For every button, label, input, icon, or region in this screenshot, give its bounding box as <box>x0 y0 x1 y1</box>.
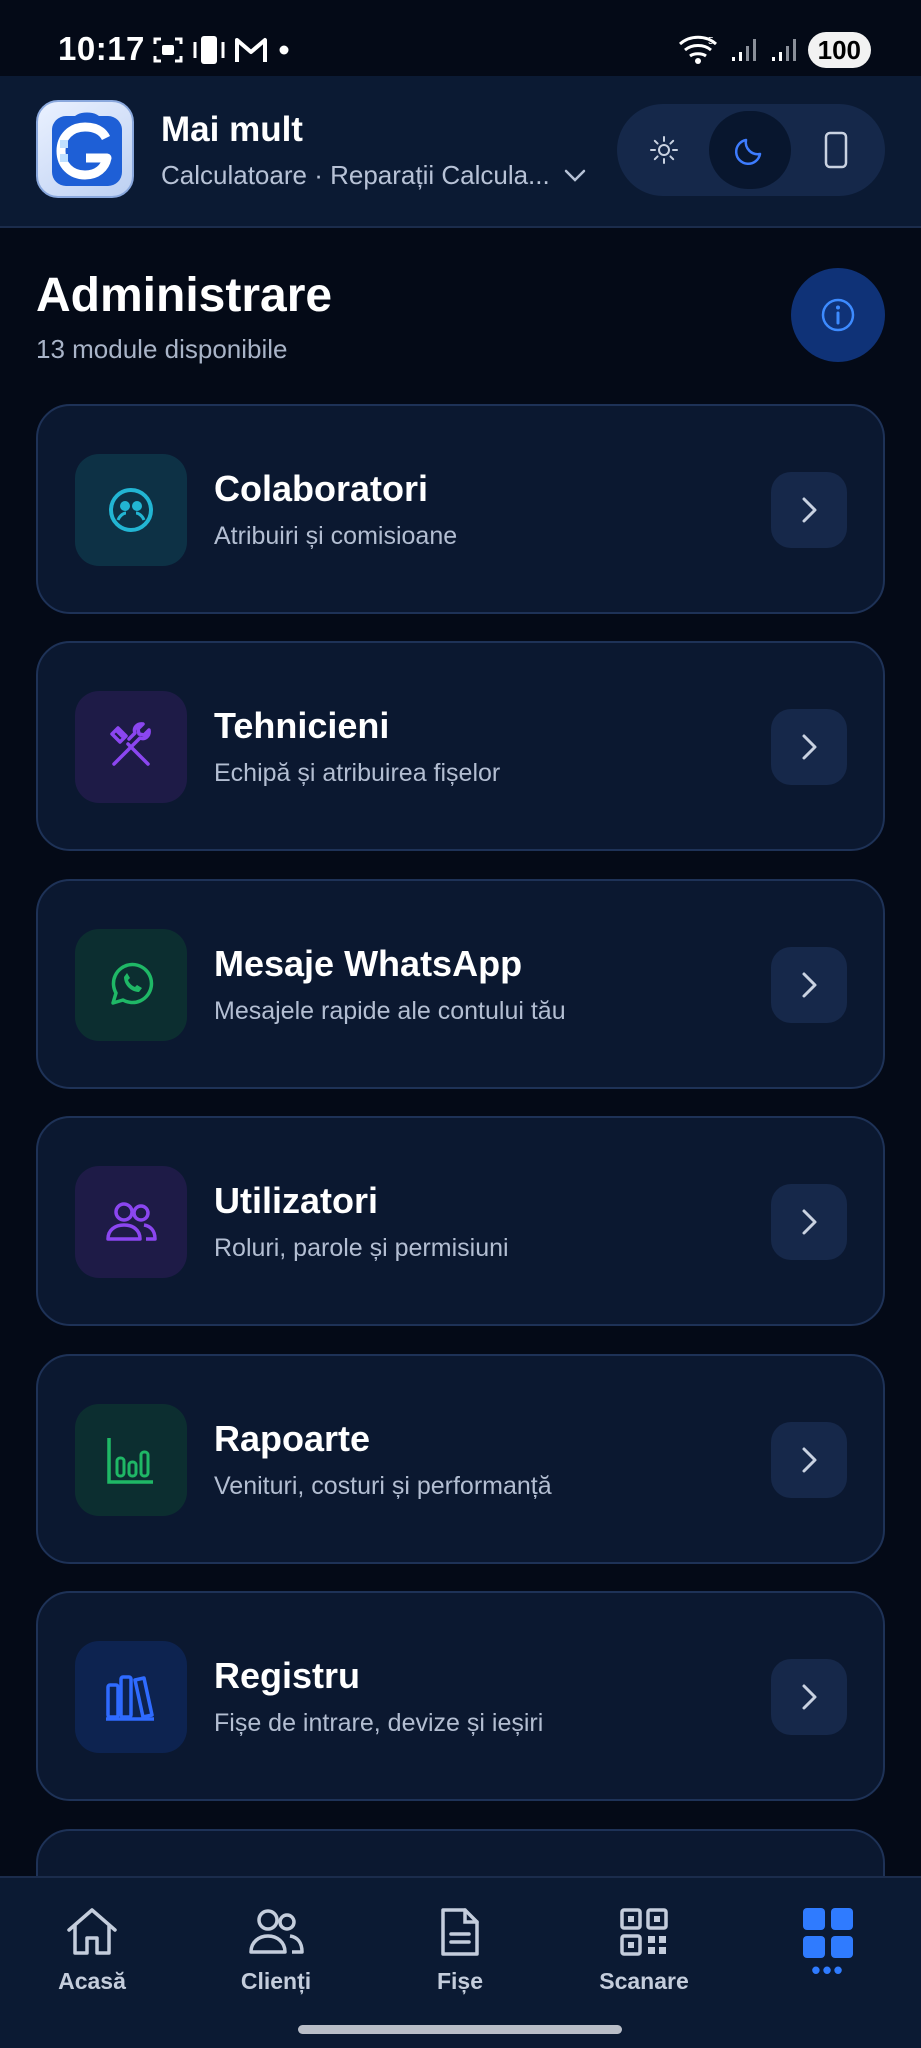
signal-icon <box>731 39 756 61</box>
qr-code-icon <box>620 1908 668 1956</box>
chevron-right-icon[interactable] <box>771 947 847 1023</box>
home-indicator[interactable] <box>298 2025 622 2034</box>
section-title: Administrare <box>36 269 333 322</box>
chevron-right-icon[interactable] <box>771 709 847 785</box>
info-icon <box>821 298 855 332</box>
wifi-icon: 5 <box>678 35 717 64</box>
users-icon <box>75 1166 187 1278</box>
svg-text:5: 5 <box>708 36 714 47</box>
chevron-right-icon[interactable] <box>771 1184 847 1260</box>
grid-icon <box>803 1908 853 1958</box>
signal-icon <box>771 39 796 61</box>
module-subtitle: Venituri, costuri și performanță <box>214 1472 552 1500</box>
module-title: Registru <box>214 1655 361 1696</box>
nav-label: Scanare <box>599 1968 689 1994</box>
document-icon <box>441 1908 479 1956</box>
nav-item-clients[interactable]: Clienți <box>201 1906 351 1995</box>
dot-icon <box>279 45 289 55</box>
dark-theme-button[interactable] <box>709 111 791 189</box>
module-card-utilizatori[interactable]: Utilizatori Roluri, parole și permisiuni <box>36 1116 885 1326</box>
info-button[interactable] <box>791 268 885 362</box>
whatsapp-icon <box>75 929 187 1041</box>
module-subtitle: Fișe de intrare, devize și ieșiri <box>214 1709 544 1737</box>
nav-item-scan[interactable]: Scanare <box>569 1906 719 1995</box>
module-subtitle: Mesajele rapide ale contului tău <box>214 997 566 1025</box>
nav-item-documents[interactable]: Fișe <box>385 1906 535 1995</box>
collaborators-icon <box>75 454 187 566</box>
moon-icon <box>734 138 762 166</box>
nav-label: Fișe <box>436 1968 484 1994</box>
nav-label: Clienți <box>240 1968 312 1994</box>
phone-vibrate-icon <box>193 36 225 64</box>
clients-icon <box>249 1909 304 1954</box>
bar-chart-icon <box>75 1404 187 1516</box>
status-notification-icons <box>152 34 292 66</box>
app-header: Mai mult Calculatoare · Reparații Calcul… <box>0 76 921 228</box>
module-card-whatsapp[interactable]: Mesaje WhatsApp Mesajele rapide ale cont… <box>36 879 885 1089</box>
module-card-colaboratori[interactable]: Colaboratori Atribuiri și comisioane <box>36 404 885 614</box>
module-title: Mesaje WhatsApp <box>214 943 523 984</box>
screenshot-icon <box>153 37 183 63</box>
logo-icon <box>52 112 122 186</box>
gmail-icon <box>235 38 267 62</box>
books-icon <box>75 1641 187 1753</box>
chevron-down-icon <box>564 169 585 182</box>
sun-icon <box>650 136 678 164</box>
business-selector[interactable]: Calculatoare · Reparații Calcula... <box>161 160 586 191</box>
module-title: Rapoarte <box>214 1418 371 1459</box>
module-title: Colaboratori <box>214 468 429 509</box>
module-subtitle: Echipă și atribuirea fișelor <box>214 759 501 787</box>
module-title: Tehnicieni <box>214 705 390 746</box>
light-theme-button[interactable] <box>623 111 705 189</box>
status-bar: 10:17 5 100 <box>0 0 921 76</box>
phone-icon <box>824 131 848 169</box>
module-subtitle: Roluri, parole și permisiuni <box>214 1234 509 1262</box>
nav-item-more[interactable]: ••• <box>753 1906 903 1985</box>
battery-indicator: 100 <box>807 32 871 68</box>
chevron-right-icon[interactable] <box>771 1659 847 1735</box>
nav-active-indicator: ••• <box>811 1955 845 1985</box>
status-time: 10:17 <box>58 30 145 67</box>
module-title: Utilizatori <box>214 1180 379 1221</box>
tools-icon <box>75 691 187 803</box>
theme-toggle <box>617 104 885 196</box>
module-count: 13 module disponibile <box>36 334 288 364</box>
nav-label: Acasă <box>58 1968 126 1994</box>
bottom-navigation: Acasă Clienți Fișe Scanare ••• <box>0 1876 921 2048</box>
status-system-icons: 5 100 <box>678 32 871 68</box>
module-card-rapoarte[interactable]: Rapoarte Venituri, costuri și performanț… <box>36 1354 885 1564</box>
chevron-right-icon[interactable] <box>771 1422 847 1498</box>
business-name: Calculatoare · Reparații Calcula... <box>161 160 550 190</box>
chevron-right-icon[interactable] <box>771 472 847 548</box>
module-card-registru[interactable]: Registru Fișe de intrare, devize și ieși… <box>36 1591 885 1801</box>
header-title: Mai mult <box>161 110 303 149</box>
app-logo[interactable] <box>36 100 134 198</box>
module-card-tehnicieni[interactable]: Tehnicieni Echipă și atribuirea fișelor <box>36 641 885 851</box>
system-theme-button[interactable] <box>795 111 877 189</box>
module-subtitle: Atribuiri și comisioane <box>214 522 458 550</box>
home-icon <box>67 1908 117 1955</box>
nav-item-home[interactable]: Acasă <box>17 1906 167 1995</box>
